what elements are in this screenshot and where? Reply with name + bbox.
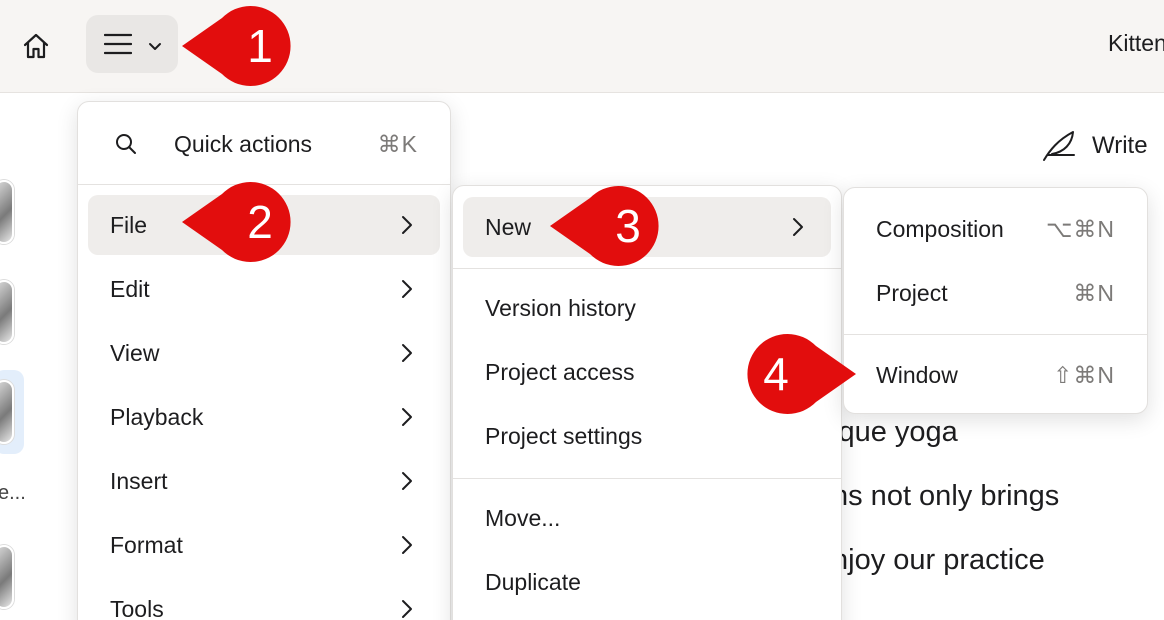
sidebar-thumbnail[interactable] [0,545,14,609]
chevron-right-icon [402,536,412,554]
menu-item-label: Window [876,361,958,388]
hamburger-icon [104,33,132,55]
sidebar-thumbnail-caption: e... [0,482,26,504]
home-icon [23,33,49,59]
new-submenu: Composition ⌥⌘N Project ⌘N Window ⇧⌘N [843,187,1148,414]
callout-number-3: 3 [615,200,641,252]
menu-item-composition[interactable]: Composition ⌥⌘N [854,199,1137,259]
chevron-right-icon [402,408,412,426]
menu-item-shortcut: ⌘N [1073,279,1115,306]
document-text-line: ique yoga [832,416,958,448]
menu-item-version-history[interactable]: Version history [463,278,831,338]
menu-item-format[interactable]: Format [88,515,440,575]
menu-item-label: Playback [110,403,204,430]
menu-item-move[interactable]: Move... [463,488,831,548]
menu-item-playback[interactable]: Playback [88,387,440,447]
menu-item-shortcut: ⌘K [377,130,418,157]
chevron-right-icon [402,216,412,234]
menu-item-label: Insert [110,467,168,494]
chevron-down-icon [149,43,161,50]
callout-number-1: 1 [247,20,273,72]
chevron-right-icon [402,600,412,618]
write-label: Write [1092,132,1148,159]
menu-item-label: Version history [485,294,636,321]
menu-item-label: Project [876,279,948,306]
menu-divider [844,334,1147,335]
document-text-line: njoy our practice [832,544,1045,576]
chevron-right-icon [402,472,412,490]
menu-item-label: File [110,211,148,238]
menu-item-label: Quick actions [174,130,313,157]
feather-pen-icon [1043,131,1075,161]
callout-number-4: 4 [763,348,789,400]
menu-item-window[interactable]: Window ⇧⌘N [854,345,1137,405]
menu-item-tools[interactable]: Tools [88,579,440,620]
menu-item-label: Project settings [485,422,643,449]
menu-item-label: Tools [110,595,164,620]
menu-item-label: Move... [485,504,561,531]
menu-item-label: Format [110,531,183,558]
menu-item-label: Project access [485,358,635,385]
menu-item-duplicate[interactable]: Duplicate [463,552,831,612]
menu-item-shortcut: ⌥⌘N [1045,215,1115,242]
menu-item-shortcut: ⇧⌘N [1053,361,1115,388]
callout-number-2: 2 [247,196,273,248]
document-title: Kitten [1108,30,1164,56]
chevron-right-icon [402,280,412,298]
menu-item-insert[interactable]: Insert [88,451,440,511]
menu-divider [453,268,841,269]
search-icon [116,134,136,154]
chevron-right-icon [402,344,412,362]
menu-item-label: Composition [876,215,1004,242]
sidebar-thumbnail[interactable] [0,180,14,244]
menu-item-edit[interactable]: Edit [88,259,440,319]
menu-item-label: New [485,213,532,240]
menu-item-quick-actions[interactable]: Quick actions ⌘K [88,114,440,174]
menu-item-label: View [110,339,160,366]
menu-item-label: Edit [110,275,150,302]
menu-item-project[interactable]: Project ⌘N [854,263,1137,323]
sidebar-thumbnail[interactable] [0,380,14,444]
menu-item-label: Duplicate [485,568,581,595]
sidebar-thumbnail[interactable] [0,280,14,344]
chevron-right-icon [793,218,803,236]
main-menu: Quick actions ⌘K File Edit View Playback… [77,101,451,620]
top-bar: Kitten [0,0,1164,93]
menu-item-view[interactable]: View [88,323,440,383]
home-button[interactable] [14,24,58,68]
document-text-line: ns not only brings [832,480,1060,512]
main-menu-button[interactable] [86,15,178,73]
menu-divider [453,478,841,479]
write-button[interactable]: Write [1040,128,1148,164]
